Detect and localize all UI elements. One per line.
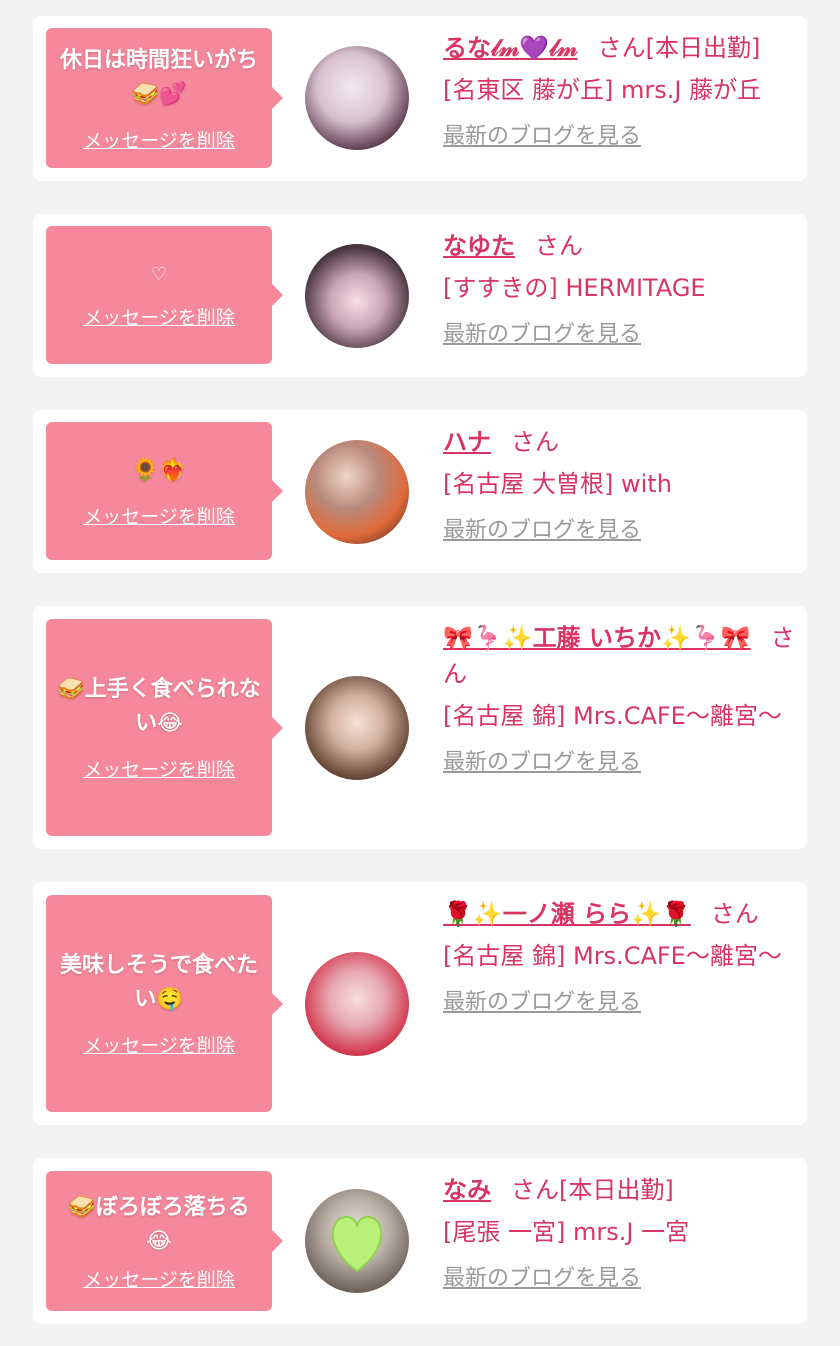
delete-message-link[interactable]: メッセージを削除 — [83, 1265, 235, 1292]
latest-blog-link[interactable]: 最新のブログを見る — [443, 516, 641, 546]
name-line: なみ さん[本日出勤] — [443, 1172, 798, 1208]
message-text: 🌻❤️‍🔥 — [131, 457, 187, 483]
latest-blog-link[interactable]: 最新のブログを見る — [443, 1264, 641, 1294]
honorific-text: さん[本日出勤] — [511, 1176, 674, 1204]
profile-info: 🎀🦩✨工藤 いちか✨🦩🎀 さん [名古屋 錦] Mrs.CAFE〜離宮〜 最新のブ… — [443, 620, 798, 778]
name-line: 🌹✨一ノ瀬 らら✨🌹 さん — [443, 896, 798, 932]
list-item: 美味しそうで食べたい🤤 メッセージを削除 🌹✨一ノ瀬 らら✨🌹 さん [名古屋 錦… — [33, 882, 807, 1125]
honorific-text: さん[本日出勤] — [597, 34, 761, 62]
list-item: 🥪上手く食べられない😂 メッセージを削除 🎀🦩✨工藤 いちか✨🦩🎀 さん [名古屋… — [33, 606, 807, 849]
delete-message-link[interactable]: メッセージを削除 — [83, 755, 235, 782]
message-bubble: 休日は時間狂いがち🥪💕 メッセージを削除 — [46, 28, 283, 168]
name-line: 🎀🦩✨工藤 いちか✨🦩🎀 さん — [443, 620, 798, 692]
shop-text: [すすきの] HERMITAGE — [443, 274, 706, 302]
message-bubble: ♡ メッセージを削除 — [46, 226, 283, 364]
latest-blog-link[interactable]: 最新のブログを見る — [443, 122, 641, 152]
list-item: 🌻❤️‍🔥 メッセージを削除 ハナ さん [名古屋 大曽根] with 最新のブロ… — [33, 410, 807, 573]
message-text: ♡ — [150, 263, 168, 285]
profile-info: なみ さん[本日出勤] [尾張 一宮] mrs.J 一宮 最新のブログを見る — [443, 1172, 798, 1294]
shop-text: [名古屋 錦] Mrs.CAFE〜離宮〜 — [443, 702, 782, 730]
profile-name-link[interactable]: なゆた — [443, 232, 515, 260]
shop-text: [名古屋 錦] Mrs.CAFE〜離宮〜 — [443, 942, 782, 970]
list-item: ♡ メッセージを削除 なゆた さん [すすきの] HERMITAGE 最新のブログ… — [33, 214, 807, 377]
message-text: 🥪ぼろぼろ落ちる😂 — [68, 1194, 250, 1254]
avatar[interactable] — [305, 952, 409, 1056]
delete-message-link[interactable]: メッセージを削除 — [83, 502, 235, 529]
shop-text: [尾張 一宮] mrs.J 一宮 — [443, 1218, 690, 1246]
message-text: 美味しそうで食べたい🤤 — [59, 953, 258, 1012]
shop-text: [名東区 藤が丘] mrs.J 藤が丘 — [443, 76, 762, 104]
message-text: 🥪上手く食べられない😂 — [57, 677, 261, 736]
avatar[interactable] — [305, 440, 409, 544]
profile-info: るな𝓁𝓂💜𝓁𝓂 さん[本日出勤] [名東区 藤が丘] mrs.J 藤が丘 最新のブ… — [443, 30, 798, 152]
latest-blog-link[interactable]: 最新のブログを見る — [443, 320, 641, 350]
delete-message-link[interactable]: メッセージを削除 — [83, 1031, 235, 1058]
name-line: ハナ さん — [443, 424, 798, 460]
avatar[interactable] — [305, 244, 409, 348]
profile-name-link[interactable]: なみ — [443, 1176, 491, 1204]
avatar[interactable] — [305, 676, 409, 780]
list-item: 🥪ぼろぼろ落ちる😂 メッセージを削除 なみ さん[本日出勤] [尾張 一宮] mr… — [33, 1158, 807, 1324]
honorific-text: さん — [710, 900, 759, 928]
message-bubble: 🥪ぼろぼろ落ちる😂 メッセージを削除 — [46, 1171, 283, 1311]
message-bubble: 🥪上手く食べられない😂 メッセージを削除 — [46, 619, 283, 836]
profile-name-link[interactable]: 🎀🦩✨工藤 いちか✨🦩🎀 — [443, 624, 751, 652]
avatar[interactable] — [305, 46, 409, 150]
latest-blog-link[interactable]: 最新のブログを見る — [443, 748, 641, 778]
shop-text: [名古屋 大曽根] with — [443, 470, 672, 498]
message-bubble: 🌻❤️‍🔥 メッセージを削除 — [46, 422, 283, 560]
name-line: るな𝓁𝓂💜𝓁𝓂 さん[本日出勤] — [443, 30, 798, 66]
profile-name-link[interactable]: 🌹✨一ノ瀬 らら✨🌹 — [443, 900, 691, 928]
delete-message-link[interactable]: メッセージを削除 — [83, 303, 235, 330]
list-item: 休日は時間狂いがち🥪💕 メッセージを削除 るな𝓁𝓂💜𝓁𝓂 さん[本日出勤] [名東… — [33, 16, 807, 181]
avatar[interactable] — [305, 1189, 409, 1293]
latest-blog-link[interactable]: 最新のブログを見る — [443, 988, 641, 1018]
profile-info: なゆた さん [すすきの] HERMITAGE 最新のブログを見る — [443, 228, 798, 350]
delete-message-link[interactable]: メッセージを削除 — [83, 126, 235, 153]
message-list: 休日は時間狂いがち🥪💕 メッセージを削除 るな𝓁𝓂💜𝓁𝓂 さん[本日出勤] [名東… — [0, 0, 840, 1346]
name-line: なゆた さん — [443, 228, 798, 264]
honorific-text: さん — [535, 232, 583, 260]
honorific-text: さん — [511, 428, 559, 456]
profile-info: ハナ さん [名古屋 大曽根] with 最新のブログを見る — [443, 424, 798, 546]
message-text: 休日は時間狂いがち🥪💕 — [59, 47, 258, 107]
heart-sticker-icon — [332, 1215, 382, 1273]
profile-name-link[interactable]: ハナ — [443, 428, 491, 456]
profile-info: 🌹✨一ノ瀬 らら✨🌹 さん [名古屋 錦] Mrs.CAFE〜離宮〜 最新のブログ… — [443, 896, 798, 1018]
message-bubble: 美味しそうで食べたい🤤 メッセージを削除 — [46, 895, 283, 1112]
profile-name-link[interactable]: るな𝓁𝓂💜𝓁𝓂 — [443, 34, 578, 62]
